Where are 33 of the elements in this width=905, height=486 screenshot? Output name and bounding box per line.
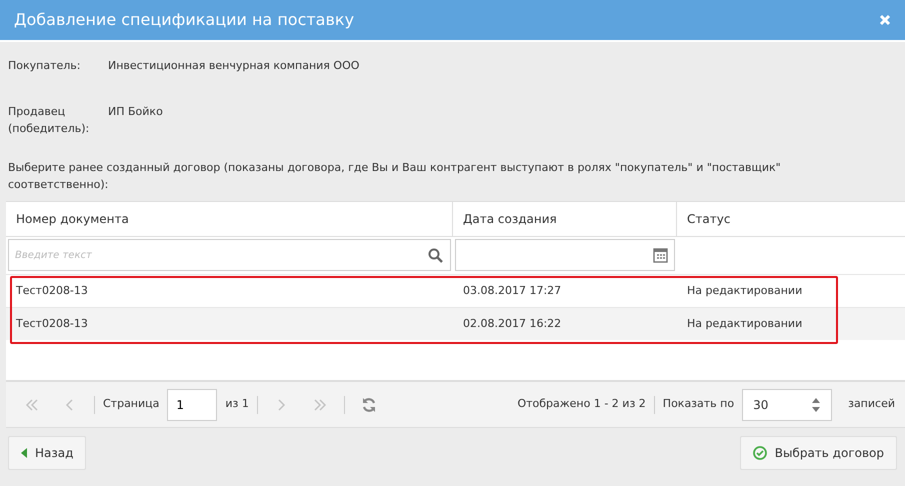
- per-page-label: Показать по: [662, 396, 734, 412]
- field-value: ИП Бойко: [108, 104, 163, 120]
- page-input[interactable]: 1: [167, 388, 218, 420]
- table-cell: Тест0208-13: [6, 307, 453, 340]
- triangle-left-icon: [21, 448, 27, 458]
- instruction-text: Выберите ранее созданный договор (показаны договора, где Вы и Ваш контрагент выступают в ролях "покупатель" и "поставщик" соответственно):: [8, 160, 782, 192]
- back-button[interactable]: Назад: [8, 436, 86, 470]
- check-circle-icon: [752, 446, 767, 460]
- field-label: Покупатель:: [8, 58, 82, 74]
- page-count: из 1: [225, 396, 249, 412]
- double-chevron-icon: [312, 398, 328, 412]
- window-title: Добавление спецификации на поставку: [14, 9, 354, 31]
- date-field[interactable]: [455, 239, 675, 271]
- field-value: Инвестиционная венчурная компания ООО: [108, 58, 360, 74]
- column-header: Номер документа: [6, 202, 453, 236]
- double-chevron-icon: [24, 398, 39, 412]
- close-button[interactable]: [879, 14, 891, 26]
- field-label: Продавец (победитель):: [8, 104, 90, 136]
- select-contract-button[interactable]: Выбрать договор: [740, 436, 897, 470]
- close-icon: [879, 14, 891, 26]
- spinner-arrows-icon: [811, 396, 822, 412]
- refresh-icon: [360, 396, 377, 412]
- table-cell: 02.08.2017 16:22: [453, 307, 677, 340]
- search-field[interactable]: Введите текст: [8, 239, 451, 271]
- per-page-spinner[interactable]: 30: [742, 388, 832, 420]
- records-summary: Отображено 1 - 2 из 2: [517, 396, 646, 412]
- column-header: Дата создания: [453, 202, 677, 236]
- search-icon: [428, 248, 443, 263]
- column-header: Статус: [686, 211, 732, 228]
- calendar-icon: [653, 247, 668, 263]
- page-label: Страница: [103, 396, 160, 412]
- table-cell: На редактировании: [677, 307, 905, 340]
- records-label: записей: [848, 396, 895, 412]
